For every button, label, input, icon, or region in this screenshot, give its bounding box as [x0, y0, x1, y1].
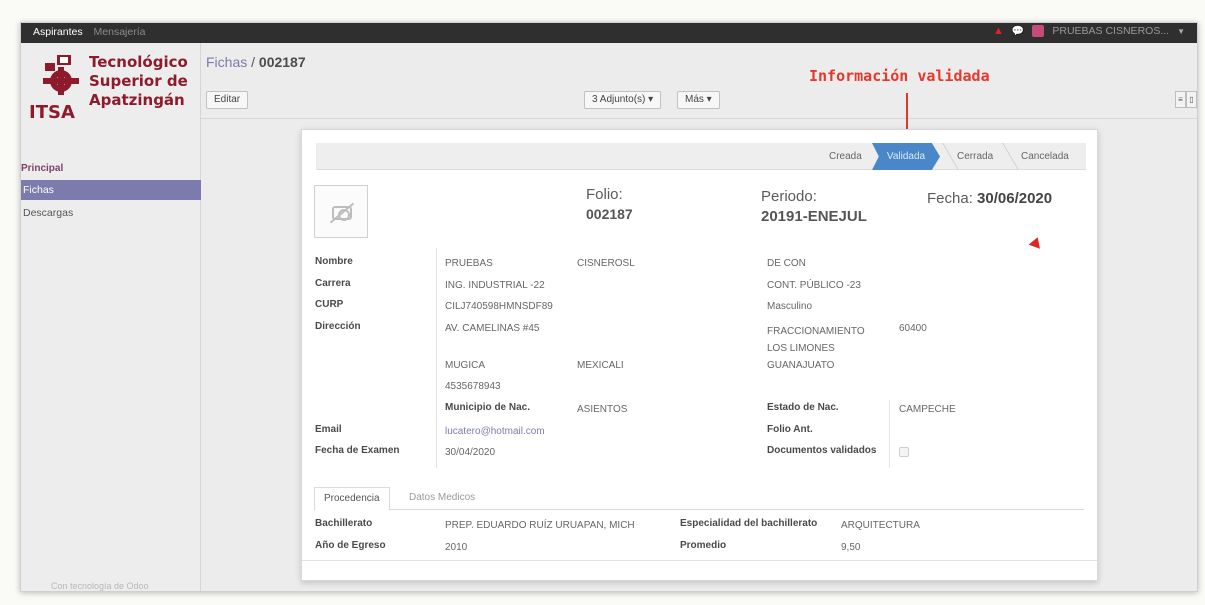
status-bar: Creada Validada Cerrada Cancelada — [316, 143, 1086, 170]
alert-triangle-icon[interactable]: ▲ — [993, 25, 1004, 37]
label-divider — [436, 248, 437, 468]
fecha-examen-value: 30/04/2020 — [445, 447, 496, 458]
documentos-checkbox[interactable] — [899, 447, 909, 457]
attachments-button[interactable]: 3 Adjunto(s) ▾ — [584, 91, 662, 109]
top-navbar: Aspirantes Mensajería ▲ 💬 PRUEBAS CISNER… — [21, 23, 1197, 43]
documentos-label: Documentos validados — [767, 445, 877, 456]
sidebar-item-fichas[interactable]: Fichas — [21, 180, 201, 200]
municipio-nac-label: Municipio de Nac. — [445, 402, 531, 413]
stage-divider — [993, 143, 1019, 170]
promedio-value: 9,50 — [841, 542, 861, 553]
estado-nac-label: Estado de Nac. — [767, 402, 839, 413]
promedio-label: Promedio — [680, 540, 727, 551]
photo-placeholder[interactable] — [314, 185, 368, 238]
breadcrumb: Fichas / 002187 — [206, 54, 306, 70]
municipio-nac-value: ASIENTOS — [577, 404, 628, 415]
stage-validada[interactable]: Validada — [872, 143, 940, 170]
periodo-label: Periodo: — [761, 188, 817, 205]
edit-button[interactable]: Editar — [206, 91, 249, 109]
estado-nac-value: CAMPECHE — [899, 404, 956, 415]
apellido-paterno-value: CISNEROSL — [577, 258, 635, 269]
logo-text: Tecnológico Superior de Apatzingán — [89, 53, 188, 110]
nombre-value: PRUEBAS — [445, 258, 493, 269]
email-label: Email — [315, 424, 342, 435]
avatar[interactable] — [1032, 25, 1045, 37]
ciudad-value: MEXICALI — [577, 360, 624, 371]
form-view-icon[interactable]: ▯ — [1186, 91, 1197, 108]
curp-label: CURP — [315, 299, 344, 310]
tab-content: Bachillerato PREP. EDUARDO RUÍZ URUAPAN,… — [302, 511, 1097, 561]
stage-cerrada[interactable]: Cerrada — [957, 143, 993, 170]
app-window: Aspirantes Mensajería ▲ 💬 PRUEBAS CISNER… — [20, 22, 1198, 592]
folio-value: 002187 — [586, 206, 633, 222]
fecha-value: 30/06/2020 — [977, 190, 1053, 207]
periodo-value: 20191-ENEJUL — [761, 208, 867, 225]
breadcrumb-fichas[interactable]: Fichas — [206, 54, 247, 70]
egreso-value: 2010 — [445, 542, 468, 553]
folio-label: Folio: — [586, 186, 623, 203]
fecha-field: Fecha: 30/06/2020 — [927, 190, 1052, 207]
municipio-value: MUGICA — [445, 360, 485, 371]
logo-line-2: Superior de — [89, 72, 188, 90]
gear-logo-icon — [43, 55, 79, 95]
powered-by[interactable]: Con tecnología de Odoo — [51, 581, 149, 591]
form-sheet: Creada Validada Cerrada Cancelada Folio:… — [301, 129, 1098, 581]
nombre-label: Nombre — [315, 256, 353, 267]
fecha-label: Fecha: — [927, 190, 973, 207]
cp-value: 60400 — [899, 323, 927, 334]
screenshot-frame: Aspirantes Mensajería ▲ 💬 PRUEBAS CISNER… — [0, 0, 1205, 605]
curp-value: CILJ740598HMNSDF89 — [445, 301, 553, 312]
bachillerato-value: PREP. EDUARDO RUÍZ URUAPAN, MICH — [445, 520, 635, 531]
especialidad-label: Especialidad del bachillerato — [680, 518, 818, 529]
chat-icon[interactable]: 💬 — [1012, 26, 1024, 37]
colonia-value: FRACCIONAMIENTO LOS LIMONES — [767, 326, 865, 354]
logo-line-1: Tecnológico — [89, 53, 188, 71]
tab-procedencia[interactable]: Procedencia — [314, 487, 390, 511]
stage-cancelada[interactable]: Cancelada — [1021, 143, 1069, 170]
carrera-1-value: ING. INDUSTRIAL -22 — [445, 280, 545, 291]
sidebar: Tecnológico Superior de Apatzingán ITSA … — [21, 43, 201, 591]
carrera-label: Carrera — [315, 278, 351, 289]
logo-acronym: ITSA — [29, 102, 75, 123]
logo-line-3: Apatzingán — [89, 91, 185, 109]
bachillerato-label: Bachillerato — [315, 518, 373, 529]
topbar-right: ▲ 💬 PRUEBAS CISNEROS... ▼ — [993, 25, 1185, 37]
folio-ant-label: Folio Ant. — [767, 424, 813, 435]
apellido-materno-value: DE CON — [767, 258, 806, 269]
sidebar-item-descargas[interactable]: Descargas — [21, 203, 201, 223]
sidebar-section-principal: Principal — [21, 163, 64, 174]
view-switcher: ≡ ▯ — [1175, 91, 1197, 108]
fecha-examen-label: Fecha de Examen — [315, 445, 400, 456]
egreso-label: Año de Egreso — [315, 540, 386, 551]
warning-triangle-icon — [1028, 235, 1044, 249]
top-menu: Aspirantes Mensajería — [33, 26, 153, 38]
telefono-value: 4535678943 — [445, 381, 501, 392]
calle-value: AV. CAMELINAS #45 — [445, 323, 540, 334]
carrera-2-value: CONT. PÚBLICO -23 — [767, 280, 861, 291]
header-divider — [201, 118, 1197, 119]
more-button[interactable]: Más ▾ — [677, 91, 720, 109]
breadcrumb-separator: / — [247, 54, 259, 70]
label-divider-right — [889, 400, 890, 468]
estado-value: GUANAJUATO — [767, 360, 835, 371]
menu-mensajeria[interactable]: Mensajería — [94, 26, 146, 38]
especialidad-value: ARQUITECTURA — [841, 520, 920, 531]
notebook-tabs: Procedencia Datos Medicos — [314, 484, 1084, 511]
institution-logo[interactable]: Tecnológico Superior de Apatzingán ITSA — [29, 51, 197, 131]
stage-creada[interactable]: Creada — [829, 143, 862, 170]
sexo-value: Masculino — [767, 301, 813, 312]
annotation-label: Información validada — [809, 67, 990, 85]
menu-aspirantes[interactable]: Aspirantes — [33, 26, 83, 38]
direccion-label: Dirección — [315, 321, 361, 332]
user-menu[interactable]: PRUEBAS CISNEROS... — [1052, 25, 1169, 37]
tab-datos-medicos[interactable]: Datos Medicos — [400, 487, 484, 511]
email-link[interactable]: lucatero@hotmail.com — [445, 426, 545, 437]
chevron-down-icon[interactable]: ▼ — [1177, 27, 1185, 36]
list-view-icon[interactable]: ≡ — [1175, 91, 1186, 108]
breadcrumb-current: 002187 — [258, 54, 306, 70]
